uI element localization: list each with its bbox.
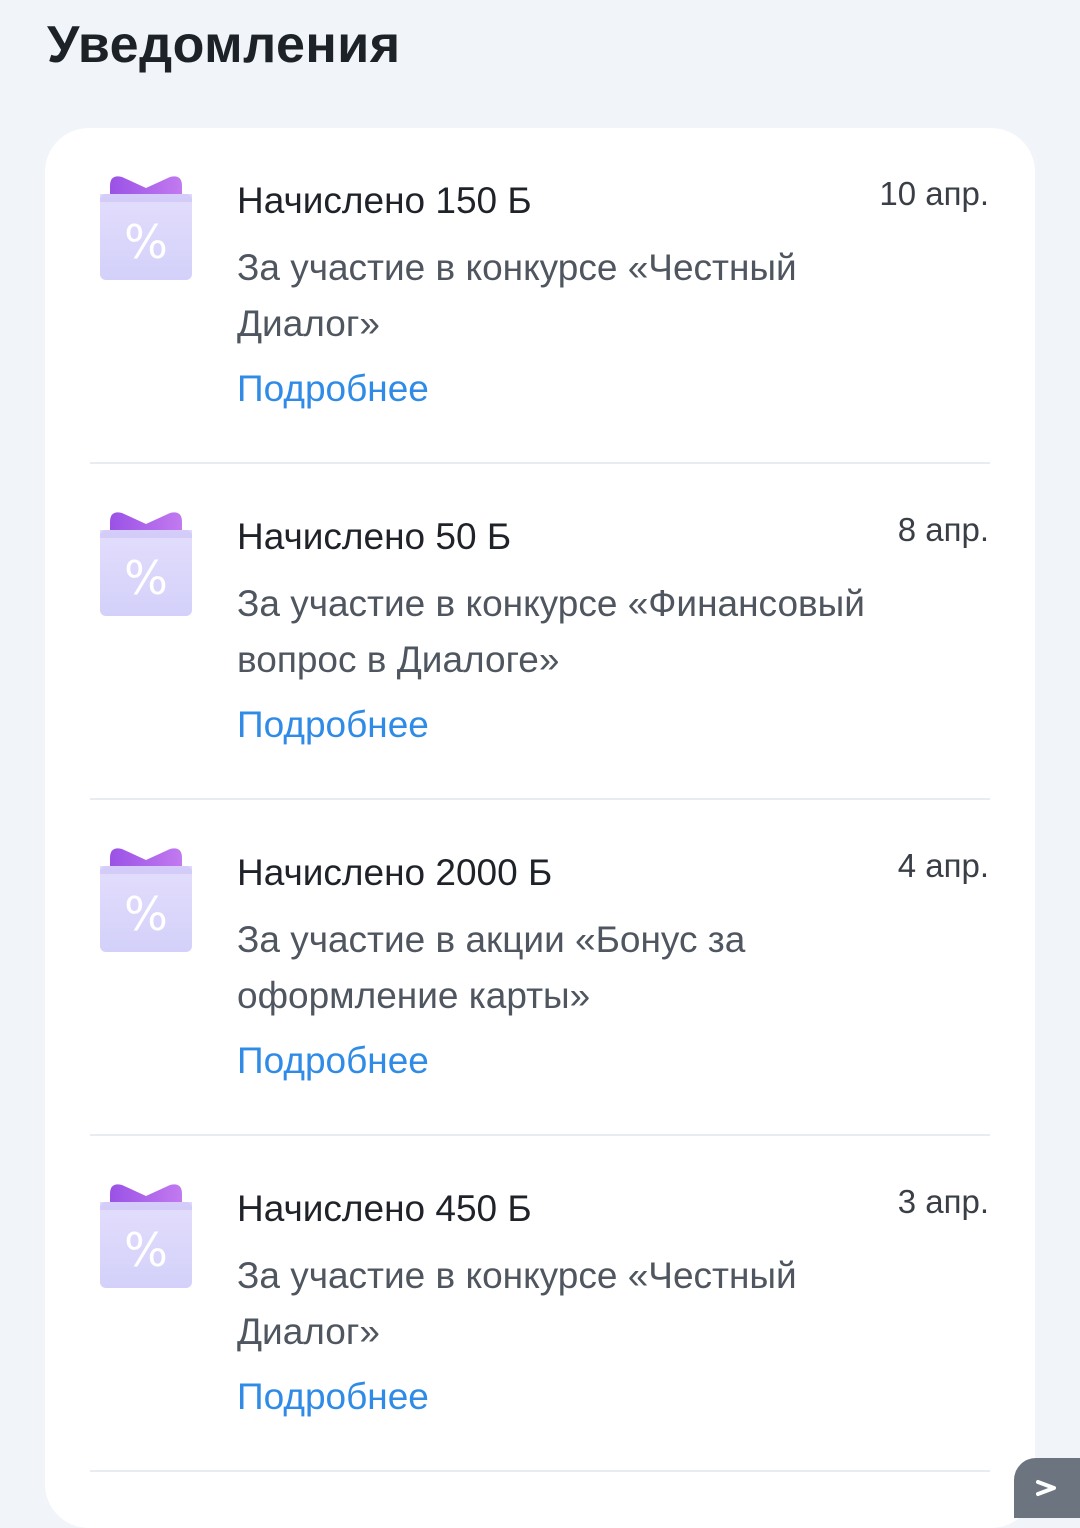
notification-item[interactable]: % Начислено 150 Б 10 апр. За участие в к… bbox=[45, 128, 1035, 464]
notification-date: 4 апр. bbox=[897, 847, 989, 884]
notification-date: 8 апр. bbox=[897, 511, 989, 548]
notification-description-line: оформление карты» bbox=[237, 975, 591, 1016]
page-title: Уведомления bbox=[47, 16, 401, 74]
details-link[interactable]: Подробнее bbox=[237, 1374, 429, 1420]
svg-text:%: % bbox=[124, 887, 168, 941]
notification-title: Начислено 150 Б bbox=[237, 180, 532, 221]
notification-date: 10 апр. bbox=[879, 175, 989, 212]
notification-description-line: Диалог» bbox=[237, 1311, 380, 1352]
divider bbox=[90, 1470, 990, 1472]
notification-description: За участие в конкурсе «Финансовый вопрос… bbox=[237, 576, 937, 688]
notification-title: Начислено 2000 Б bbox=[237, 852, 553, 893]
gift-percent-icon: % bbox=[100, 846, 192, 954]
notification-date: 3 апр. bbox=[897, 1183, 989, 1220]
notification-item[interactable]: % Начислено 450 Б 3 апр. За участие в ко… bbox=[45, 1136, 1035, 1472]
notification-description: За участие в акции «Бонус за оформление … bbox=[237, 912, 937, 1024]
gift-percent-icon: % bbox=[100, 174, 192, 282]
chevron-icon bbox=[1036, 1480, 1056, 1496]
gift-percent-icon: % bbox=[100, 1182, 192, 1290]
details-link[interactable]: Подробнее bbox=[237, 702, 429, 748]
notification-description-line: За участие в конкурсе «Честный bbox=[237, 1255, 797, 1296]
svg-text:%: % bbox=[124, 551, 168, 605]
notification-item[interactable]: % Начислено 2000 Б 4 апр. За участие в а… bbox=[45, 800, 1035, 1136]
notification-description-line: вопрос в Диалоге» bbox=[237, 639, 560, 680]
notification-title: Начислено 450 Б bbox=[237, 1188, 532, 1229]
notification-description-line: За участие в акции «Бонус за bbox=[237, 919, 746, 960]
svg-text:%: % bbox=[124, 215, 168, 269]
notification-item[interactable]: % Начислено 50 Б 8 апр. За участие в кон… bbox=[45, 464, 1035, 800]
details-link[interactable]: Подробнее bbox=[237, 1038, 429, 1084]
gift-percent-icon: % bbox=[100, 510, 192, 618]
notification-description: За участие в конкурсе «Честный Диалог» bbox=[237, 240, 937, 352]
details-link[interactable]: Подробнее bbox=[237, 366, 429, 412]
notification-title: Начислено 50 Б bbox=[237, 516, 512, 557]
notification-description-line: За участие в конкурсе «Финансовый bbox=[237, 583, 865, 624]
notifications-card: % Начислено 150 Б 10 апр. За участие в к… bbox=[45, 128, 1035, 1528]
notification-description: За участие в конкурсе «Честный Диалог» bbox=[237, 1248, 937, 1360]
svg-text:%: % bbox=[124, 1223, 168, 1277]
notification-description-line: За участие в конкурсе «Честный bbox=[237, 247, 797, 288]
notification-description-line: Диалог» bbox=[237, 303, 380, 344]
scroll-button[interactable] bbox=[1014, 1458, 1080, 1518]
